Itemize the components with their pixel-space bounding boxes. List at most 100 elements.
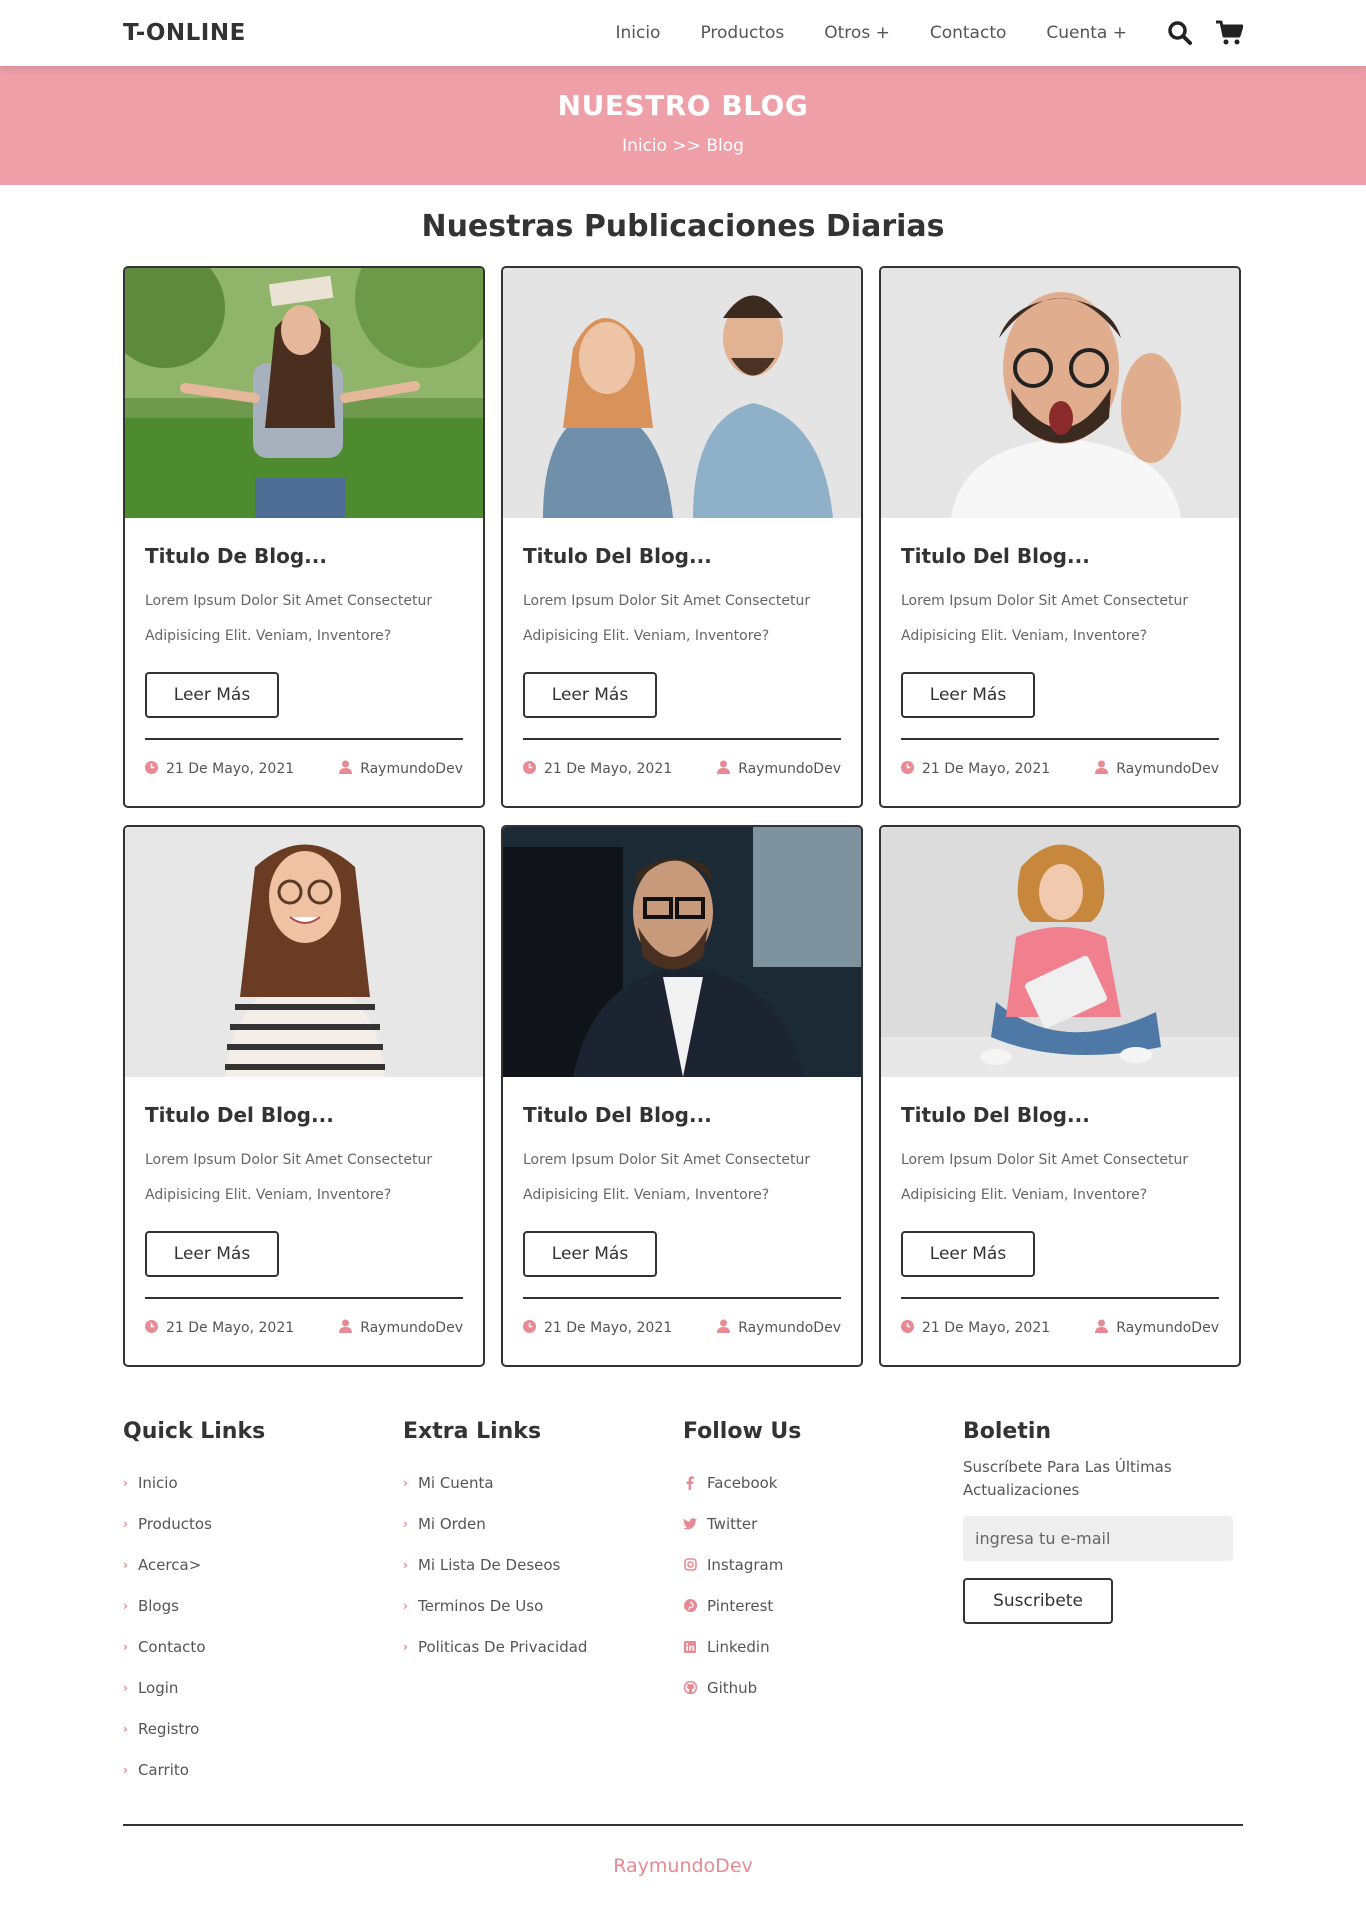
- blog-excerpt: Lorem Ipsum Dolor Sit Amet Consectetur A…: [901, 1152, 1189, 1203]
- social-link-instagram[interactable]: Instagram: [683, 1544, 963, 1585]
- chevron-right-icon: ›: [123, 1598, 128, 1613]
- github-icon: [683, 1681, 697, 1694]
- read-more-button[interactable]: Leer Más: [523, 672, 657, 718]
- social-link-twitter[interactable]: Twitter: [683, 1503, 963, 1544]
- chevron-right-icon: ›: [123, 1680, 128, 1695]
- footer-link-blogs[interactable]: › Blogs: [123, 1585, 403, 1626]
- clock-icon: [523, 760, 536, 778]
- divider: [145, 1297, 463, 1299]
- post-date: 21 De Mayo, 2021: [544, 1320, 673, 1336]
- credit-text[interactable]: RaymundoDev: [613, 1855, 753, 1877]
- search-icon[interactable]: [1167, 20, 1193, 46]
- user-icon: [717, 1319, 731, 1337]
- blog-excerpt: Lorem Ipsum Dolor Sit Amet Consectetur A…: [901, 593, 1189, 644]
- read-more-button[interactable]: Leer Más: [145, 672, 279, 718]
- blog-image: [881, 268, 1239, 518]
- quick-links-column: Quick Links › Inicio › Productos › Acerca> …: [123, 1419, 403, 1790]
- extra-links-column: Extra Links › Mi Cuenta › Mi Orden › Mi Lis…: [403, 1419, 683, 1790]
- divider: [523, 1297, 841, 1299]
- user-icon: [339, 760, 353, 778]
- divider: [523, 738, 841, 740]
- social-link-facebook[interactable]: Facebook: [683, 1462, 963, 1503]
- chevron-right-icon: ›: [123, 1475, 128, 1490]
- site-header: T-ONLINE Inicio Productos Otros + Contac…: [0, 0, 1366, 66]
- subscribe-button[interactable]: Suscribete: [963, 1578, 1113, 1624]
- nav-inicio[interactable]: Inicio: [615, 23, 660, 43]
- nav-productos[interactable]: Productos: [700, 23, 784, 43]
- post-date: 21 De Mayo, 2021: [922, 761, 1051, 777]
- post-date: 21 De Mayo, 2021: [166, 1320, 295, 1336]
- post-author: RaymundoDev: [738, 761, 841, 777]
- footer-link-productos[interactable]: › Productos: [123, 1503, 403, 1544]
- site-logo[interactable]: T-ONLINE: [123, 20, 246, 46]
- newsletter-title: Boletin: [963, 1419, 1052, 1444]
- footer-link-login[interactable]: › Login: [123, 1667, 403, 1708]
- facebook-icon: [683, 1475, 697, 1490]
- blog-title: Titulo Del Blog...: [145, 1103, 334, 1127]
- chevron-right-icon: ›: [403, 1598, 408, 1613]
- divider: [145, 738, 463, 740]
- blog-card: Titulo De Blog... Lorem Ipsum Dolor Sit …: [123, 266, 485, 808]
- nav-cuenta[interactable]: Cuenta +: [1046, 23, 1127, 43]
- social-link-pinterest[interactable]: Pinterest: [683, 1585, 963, 1626]
- page-title: NUESTRO BLOG: [557, 89, 809, 122]
- newsletter-description: Suscríbete Para Las Últimas Actualizacio…: [963, 1458, 1172, 1499]
- read-more-button[interactable]: Leer Más: [901, 1231, 1035, 1277]
- footer-link-mi-cuenta[interactable]: › Mi Cuenta: [403, 1462, 683, 1503]
- nav-contacto[interactable]: Contacto: [930, 23, 1007, 43]
- footer-link-terminos[interactable]: › Terminos De Uso: [403, 1585, 683, 1626]
- footer-link-mi-orden[interactable]: › Mi Orden: [403, 1503, 683, 1544]
- divider: [901, 738, 1219, 740]
- blog-title: Titulo Del Blog...: [901, 544, 1090, 568]
- clock-icon: [145, 760, 158, 778]
- footer-link-registro[interactable]: › Registro: [123, 1708, 403, 1749]
- blog-image: [125, 827, 483, 1077]
- social-link-github[interactable]: Github: [683, 1667, 963, 1708]
- quick-links-title: Quick Links: [123, 1419, 266, 1444]
- blog-card: Titulo Del Blog... Lorem Ipsum Dolor Sit…: [123, 825, 485, 1367]
- read-more-button[interactable]: Leer Más: [901, 672, 1035, 718]
- blog-card: Titulo Del Blog... Lorem Ipsum Dolor Sit…: [501, 825, 863, 1367]
- twitter-icon: [683, 1517, 697, 1530]
- chevron-right-icon: ›: [123, 1516, 128, 1531]
- chevron-right-icon: ›: [123, 1639, 128, 1654]
- nav-otros[interactable]: Otros +: [824, 23, 890, 43]
- footer-link-acerca[interactable]: › Acerca>: [123, 1544, 403, 1585]
- pinterest-icon: [683, 1599, 697, 1612]
- footer-link-privacidad[interactable]: › Politicas De Privacidad: [403, 1626, 683, 1667]
- post-author: RaymundoDev: [360, 761, 463, 777]
- blog-excerpt: Lorem Ipsum Dolor Sit Amet Consectetur A…: [145, 1152, 433, 1203]
- post-author: RaymundoDev: [1116, 761, 1219, 777]
- blog-image: [125, 268, 483, 518]
- user-icon: [1095, 760, 1109, 778]
- blog-image: [881, 827, 1239, 1077]
- footer-link-lista-deseos[interactable]: › Mi Lista De Deseos: [403, 1544, 683, 1585]
- blog-grid: Titulo De Blog... Lorem Ipsum Dolor Sit …: [123, 266, 1243, 1367]
- read-more-button[interactable]: Leer Más: [145, 1231, 279, 1277]
- footer-link-carrito[interactable]: › Carrito: [123, 1749, 403, 1790]
- follow-us-title: Follow Us: [683, 1419, 802, 1444]
- email-input[interactable]: [963, 1516, 1233, 1561]
- blog-image: [503, 827, 861, 1077]
- post-author: RaymundoDev: [1116, 1320, 1219, 1336]
- social-link-linkedin[interactable]: Linkedin: [683, 1626, 963, 1667]
- cart-icon[interactable]: [1215, 20, 1243, 46]
- user-icon: [1095, 1319, 1109, 1337]
- chevron-right-icon: ›: [403, 1557, 408, 1572]
- clock-icon: [145, 1319, 158, 1337]
- blog-card: Titulo Del Blog... Lorem Ipsum Dolor Sit…: [879, 825, 1241, 1367]
- clock-icon: [523, 1319, 536, 1337]
- blog-excerpt: Lorem Ipsum Dolor Sit Amet Consectetur A…: [523, 1152, 811, 1203]
- read-more-button[interactable]: Leer Más: [523, 1231, 657, 1277]
- linkedin-icon: [683, 1640, 697, 1653]
- blog-title: Titulo Del Blog...: [901, 1103, 1090, 1127]
- breadcrumb[interactable]: Inicio >> Blog: [0, 136, 1366, 156]
- chevron-right-icon: ›: [403, 1639, 408, 1654]
- footer-link-contacto[interactable]: › Contacto: [123, 1626, 403, 1667]
- user-icon: [339, 1319, 353, 1337]
- blog-image: [503, 268, 861, 518]
- post-author: RaymundoDev: [738, 1320, 841, 1336]
- footer-link-inicio[interactable]: › Inicio: [123, 1462, 403, 1503]
- section-title: Nuestras Publicaciones Diarias: [421, 209, 945, 244]
- post-author: RaymundoDev: [360, 1320, 463, 1336]
